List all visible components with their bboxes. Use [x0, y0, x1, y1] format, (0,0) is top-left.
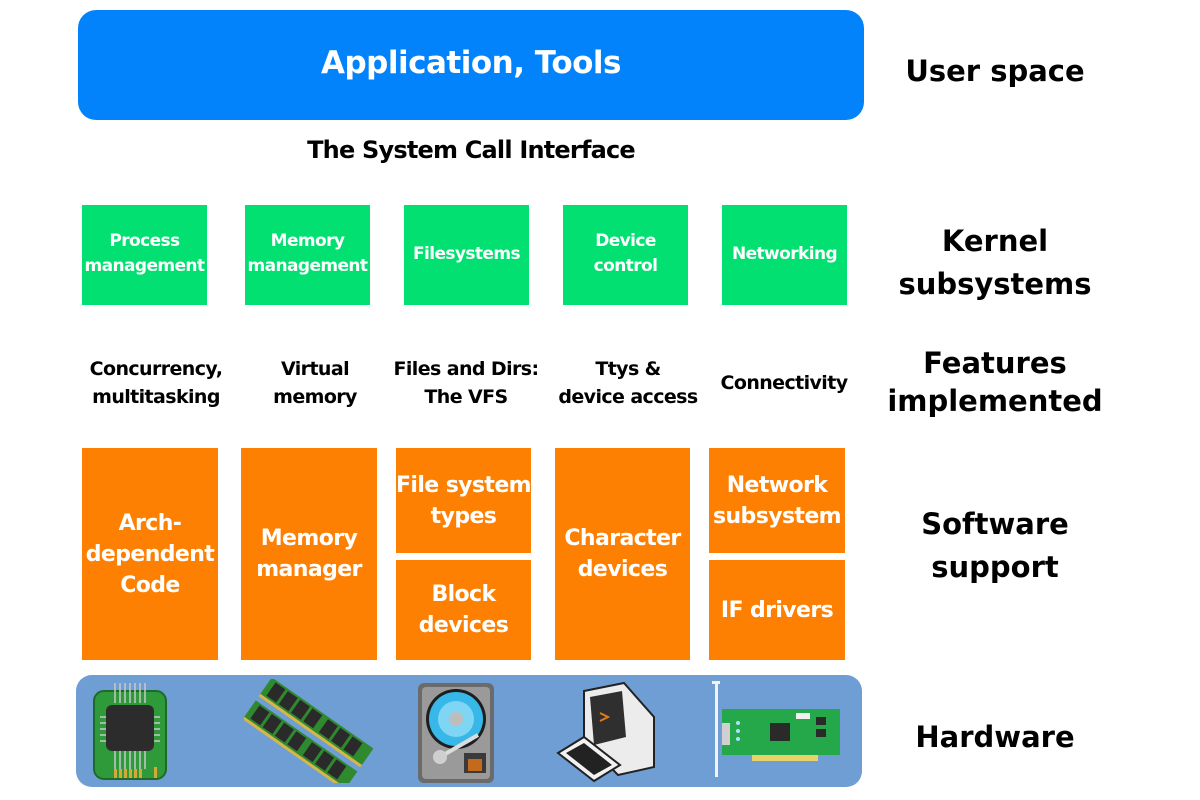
layer-label-hardware: Hardware	[915, 720, 1075, 754]
subsystem-process-management: Process management	[82, 205, 207, 305]
network-card-icon	[712, 681, 840, 777]
subsystem-filesystems: Filesystems	[404, 205, 529, 305]
layer-label-software-support: Software support	[921, 507, 1069, 584]
support-memory-manager: Memory manager	[241, 448, 377, 660]
ram-module-icon	[244, 679, 374, 783]
support-file-system-types: File system types	[396, 448, 532, 553]
layer-label-features-implemented: Features implemented	[887, 346, 1103, 418]
support-arch-dependent-code: Arch- dependent Code	[82, 448, 218, 660]
cpu-chip-icon	[93, 683, 167, 780]
support-network-subsystem: Network subsystem	[709, 448, 845, 553]
subsystem-networking: Networking	[722, 205, 847, 305]
user-space-box: Application, Tools	[78, 10, 864, 120]
hardware-bar	[76, 675, 862, 787]
feature-virtual-memory: Virtual memory	[273, 358, 357, 408]
layer-label-user-space: User space	[905, 54, 1085, 88]
system-call-interface-label: The System Call Interface	[307, 136, 636, 164]
subsystem-device-control: Device control	[563, 205, 688, 305]
feature-connectivity: Connectivity	[720, 372, 849, 394]
terminal-computer-icon	[556, 681, 655, 783]
feature-vfs: Files and Dirs: The VFS	[393, 358, 540, 408]
support-character-devices: Character devices	[555, 448, 690, 660]
hard-disk-icon	[418, 683, 494, 783]
subsystem-memory-management: Memory management	[245, 205, 370, 305]
feature-concurrency: Concurrency, multitasking	[89, 358, 223, 408]
layer-label-kernel-subsystems: Kernel subsystems	[898, 224, 1092, 301]
feature-ttys-device-access: Ttys & device access	[558, 358, 698, 408]
user-space-box-label: Application, Tools	[320, 45, 622, 81]
support-block-devices: Block devices	[396, 560, 531, 660]
support-if-drivers: IF drivers	[709, 560, 845, 660]
